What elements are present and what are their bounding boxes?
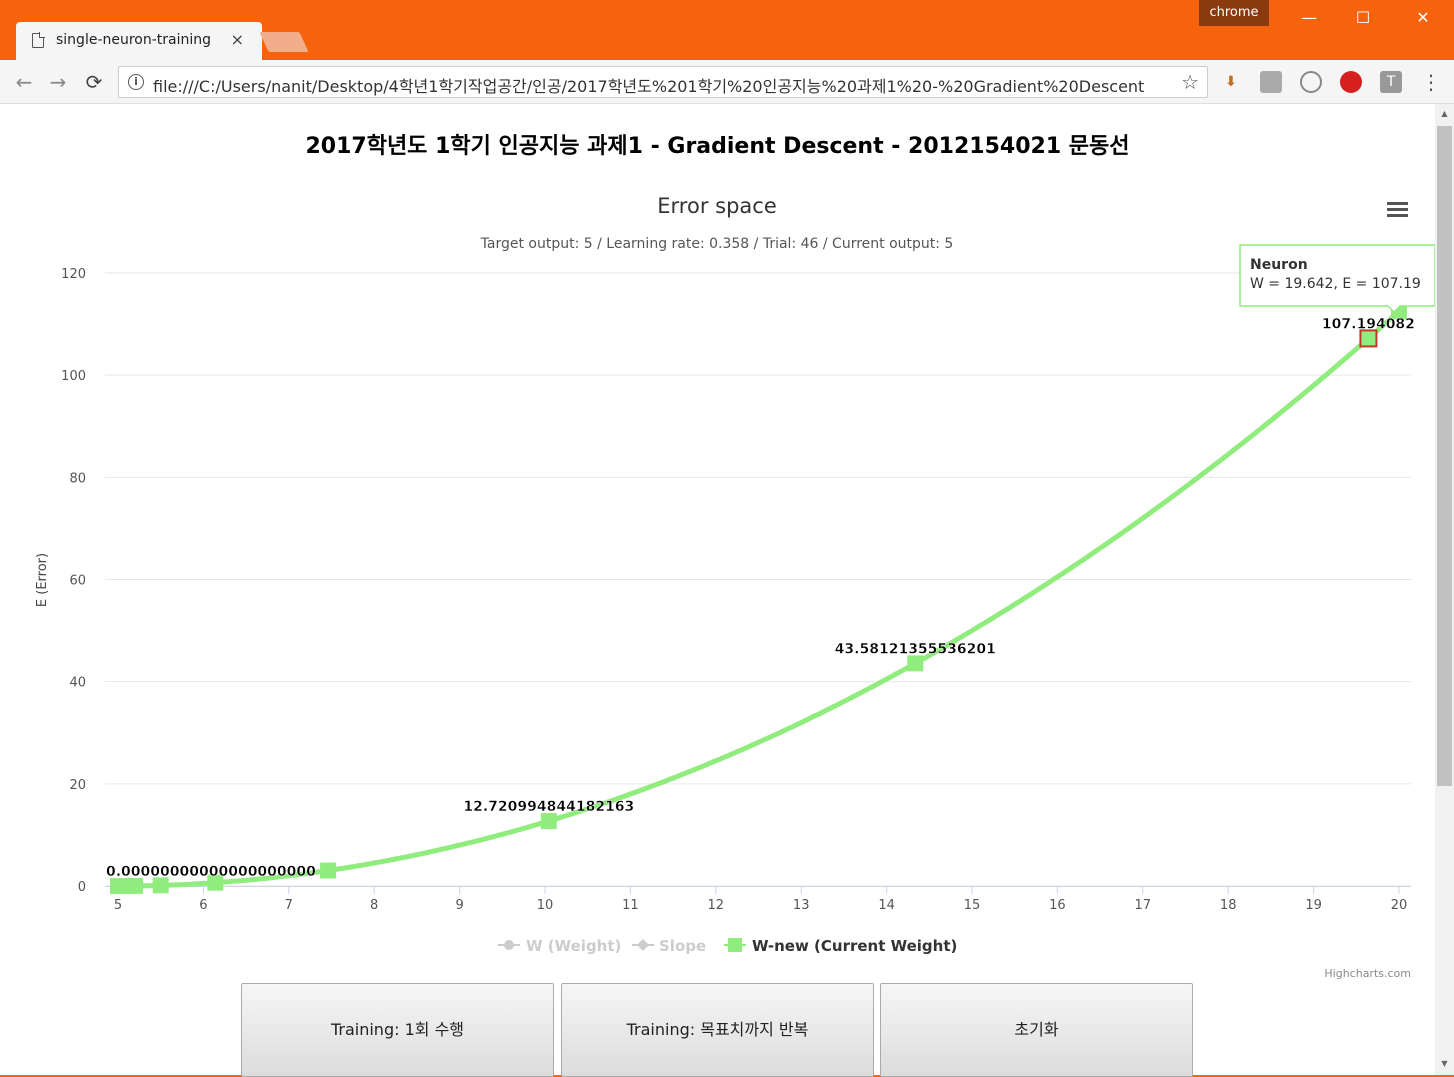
data-point[interactable] [320, 862, 337, 879]
legend-item-weight[interactable]: W (Weight) [498, 937, 621, 955]
x-tick-label: 6 [199, 898, 207, 913]
tooltip-title: Neuron [1250, 257, 1308, 273]
y-tick-label: 60 [69, 574, 86, 589]
x-tick-label: 15 [964, 898, 981, 913]
data-point[interactable] [540, 813, 557, 830]
legend-label-weight: W (Weight) [526, 937, 621, 955]
y-tick-label: 120 [61, 267, 86, 282]
train-once-button[interactable]: Training: 1회 수행 [241, 983, 554, 1077]
x-tick-label: 16 [1049, 898, 1066, 913]
error-space-chart: Error space Target output: 5 / Learning … [35, 194, 1435, 980]
legend-item-w-new[interactable]: W-new (Current Weight) [724, 937, 957, 955]
y-tick-label: 80 [69, 471, 86, 486]
series-line [115, 308, 1402, 889]
data-label: 107.194082 [1322, 316, 1415, 332]
x-tick-label: 13 [793, 898, 810, 913]
tooltip: Neuron W = 19.642, E = 107.19 [1239, 244, 1435, 314]
train-until-target-button[interactable]: Training: 목표치까지 반복 [561, 983, 874, 1077]
x-tick-label: 11 [622, 898, 639, 913]
x-tick-label: 20 [1391, 898, 1408, 913]
y-tick-label: 0 [78, 880, 86, 895]
reset-button[interactable]: 초기화 [880, 983, 1193, 1077]
x-tick-label: 10 [537, 898, 554, 913]
x-tick-label: 7 [285, 898, 293, 913]
legend-label-slope: Slope [659, 937, 706, 955]
data-point[interactable] [127, 877, 144, 894]
x-tick-label: 19 [1305, 898, 1322, 913]
export-menu-icon[interactable] [1387, 202, 1408, 217]
x-tick-label: 5 [114, 898, 122, 913]
tooltip-text: W = 19.642, E = 107.19 [1250, 276, 1421, 292]
scroll-up-icon[interactable]: ▲ [1437, 106, 1452, 122]
data-label: 12.720994844182163 [463, 799, 634, 815]
chart-subtitle: Target output: 5 / Learning rate: 0.358 … [480, 236, 954, 252]
data-label: 0.00000000000000000000 [106, 864, 316, 880]
scroll-down-icon[interactable]: ▼ [1437, 1056, 1452, 1072]
data-label: 43.58121355536201 [835, 641, 996, 657]
y-tick-label: 40 [69, 676, 86, 691]
y-axis-label: E (Error) [35, 553, 50, 607]
data-point[interactable] [1359, 329, 1378, 348]
scrollbar-thumb[interactable] [1437, 126, 1452, 786]
x-tick-label: 14 [878, 898, 895, 913]
data-point[interactable] [907, 655, 924, 672]
x-tick-label: 8 [370, 898, 378, 913]
x-tick-label: 9 [455, 898, 463, 913]
legend-label-w-new: W-new (Current Weight) [752, 937, 957, 955]
y-tick-label: 100 [61, 369, 86, 384]
y-tick-label: 20 [69, 778, 86, 793]
chart-credits[interactable]: Highcharts.com [1324, 967, 1411, 980]
x-tick-label: 18 [1220, 898, 1237, 913]
chart-title: Error space [657, 194, 776, 218]
legend-item-slope[interactable]: Slope [632, 937, 706, 955]
x-tick-label: 17 [1135, 898, 1152, 913]
x-tick-label: 12 [708, 898, 725, 913]
